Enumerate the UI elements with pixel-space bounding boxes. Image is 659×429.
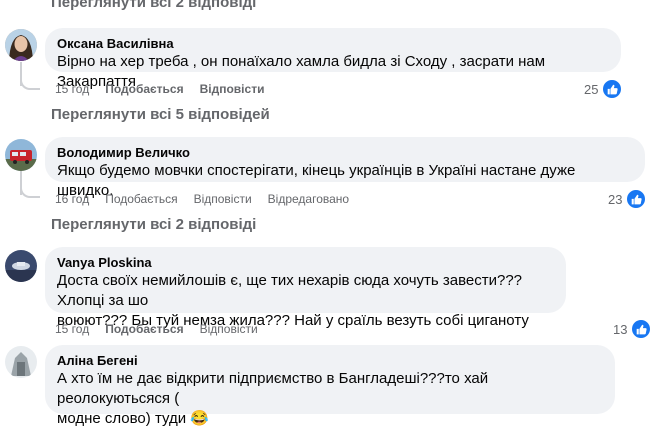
comment-text-line: Доста своїх немийлошів є, ще тих нехарів… xyxy=(57,272,523,309)
comment-text-line: А хто їм не дає відкрити підприємство в … xyxy=(57,370,489,407)
like-button[interactable]: Подобається xyxy=(105,192,177,206)
comment-author[interactable]: Аліна Бегені xyxy=(57,352,603,369)
like-icon xyxy=(601,78,624,100)
comment-author[interactable]: Оксана Василівна xyxy=(57,35,609,52)
comment-text-line: модне слово) туди 😂 xyxy=(57,409,603,429)
comment-time[interactable]: 15 год xyxy=(55,322,89,336)
comment-actions: 15 год Подобається Відповісти xyxy=(55,322,274,336)
avatar-image xyxy=(5,139,37,171)
like-icon xyxy=(630,318,653,340)
avatar-image xyxy=(5,29,37,61)
reaction-count: 23 xyxy=(608,191,623,207)
comment-bubble: Володимир Величко Якщо будемо мовчки спо… xyxy=(45,137,645,199)
view-all-replies-link[interactable]: Переглянути всі 2 відповіді xyxy=(51,0,256,11)
thread-curve xyxy=(20,78,40,90)
thread-curve xyxy=(20,186,40,198)
comment-text: А хто їм не дає відкрити підприємство в … xyxy=(57,369,603,429)
reaction-count: 13 xyxy=(613,321,628,337)
comment-actions: 16 год Подобається Відповісти Відредагов… xyxy=(55,192,365,206)
comment-time[interactable]: 16 год xyxy=(55,192,89,206)
comment-bubble: Vanya Ploskina Доста своїх немийлошів є,… xyxy=(45,247,566,329)
comment-bubble: Оксана Василівна Вірно на хер треба , он… xyxy=(45,28,621,90)
comment-text-fragment: модне слово) туди xyxy=(57,410,187,427)
view-all-replies-link[interactable]: Переглянути всі 2 відповіді xyxy=(51,216,256,233)
comment-time[interactable]: 15 год xyxy=(55,82,89,96)
like-button[interactable]: Подобається xyxy=(105,322,183,336)
avatar-image xyxy=(5,346,37,378)
comment-bubble: Аліна Бегені А хто їм не дає відкрити пі… xyxy=(45,345,615,427)
comment-author[interactable]: Vanya Ploskina xyxy=(57,254,554,271)
avatar[interactable] xyxy=(5,29,37,61)
reaction-summary[interactable]: 25 xyxy=(584,78,624,100)
edited-label[interactable]: Відредаговано xyxy=(268,192,349,206)
view-all-replies-link[interactable]: Переглянути всі 5 відповідей xyxy=(51,106,270,123)
reply-button[interactable]: Відповісти xyxy=(200,322,258,336)
reply-button[interactable]: Відповісти xyxy=(200,82,265,96)
reaction-summary[interactable]: 23 xyxy=(608,188,648,210)
like-button[interactable]: Подобається xyxy=(105,82,183,96)
avatar[interactable] xyxy=(5,346,37,378)
avatar[interactable] xyxy=(5,139,37,171)
reaction-summary[interactable]: 13 xyxy=(613,318,653,340)
laughing-emoji-icon: 😂 xyxy=(190,410,209,427)
reply-button[interactable]: Відповісти xyxy=(194,192,252,206)
avatar-image xyxy=(5,250,37,282)
like-icon xyxy=(625,188,648,210)
avatar[interactable] xyxy=(5,250,37,282)
reaction-count: 25 xyxy=(584,81,599,97)
comment-actions: 15 год Подобається Відповісти xyxy=(55,82,280,96)
comment-author[interactable]: Володимир Величко xyxy=(57,144,633,161)
